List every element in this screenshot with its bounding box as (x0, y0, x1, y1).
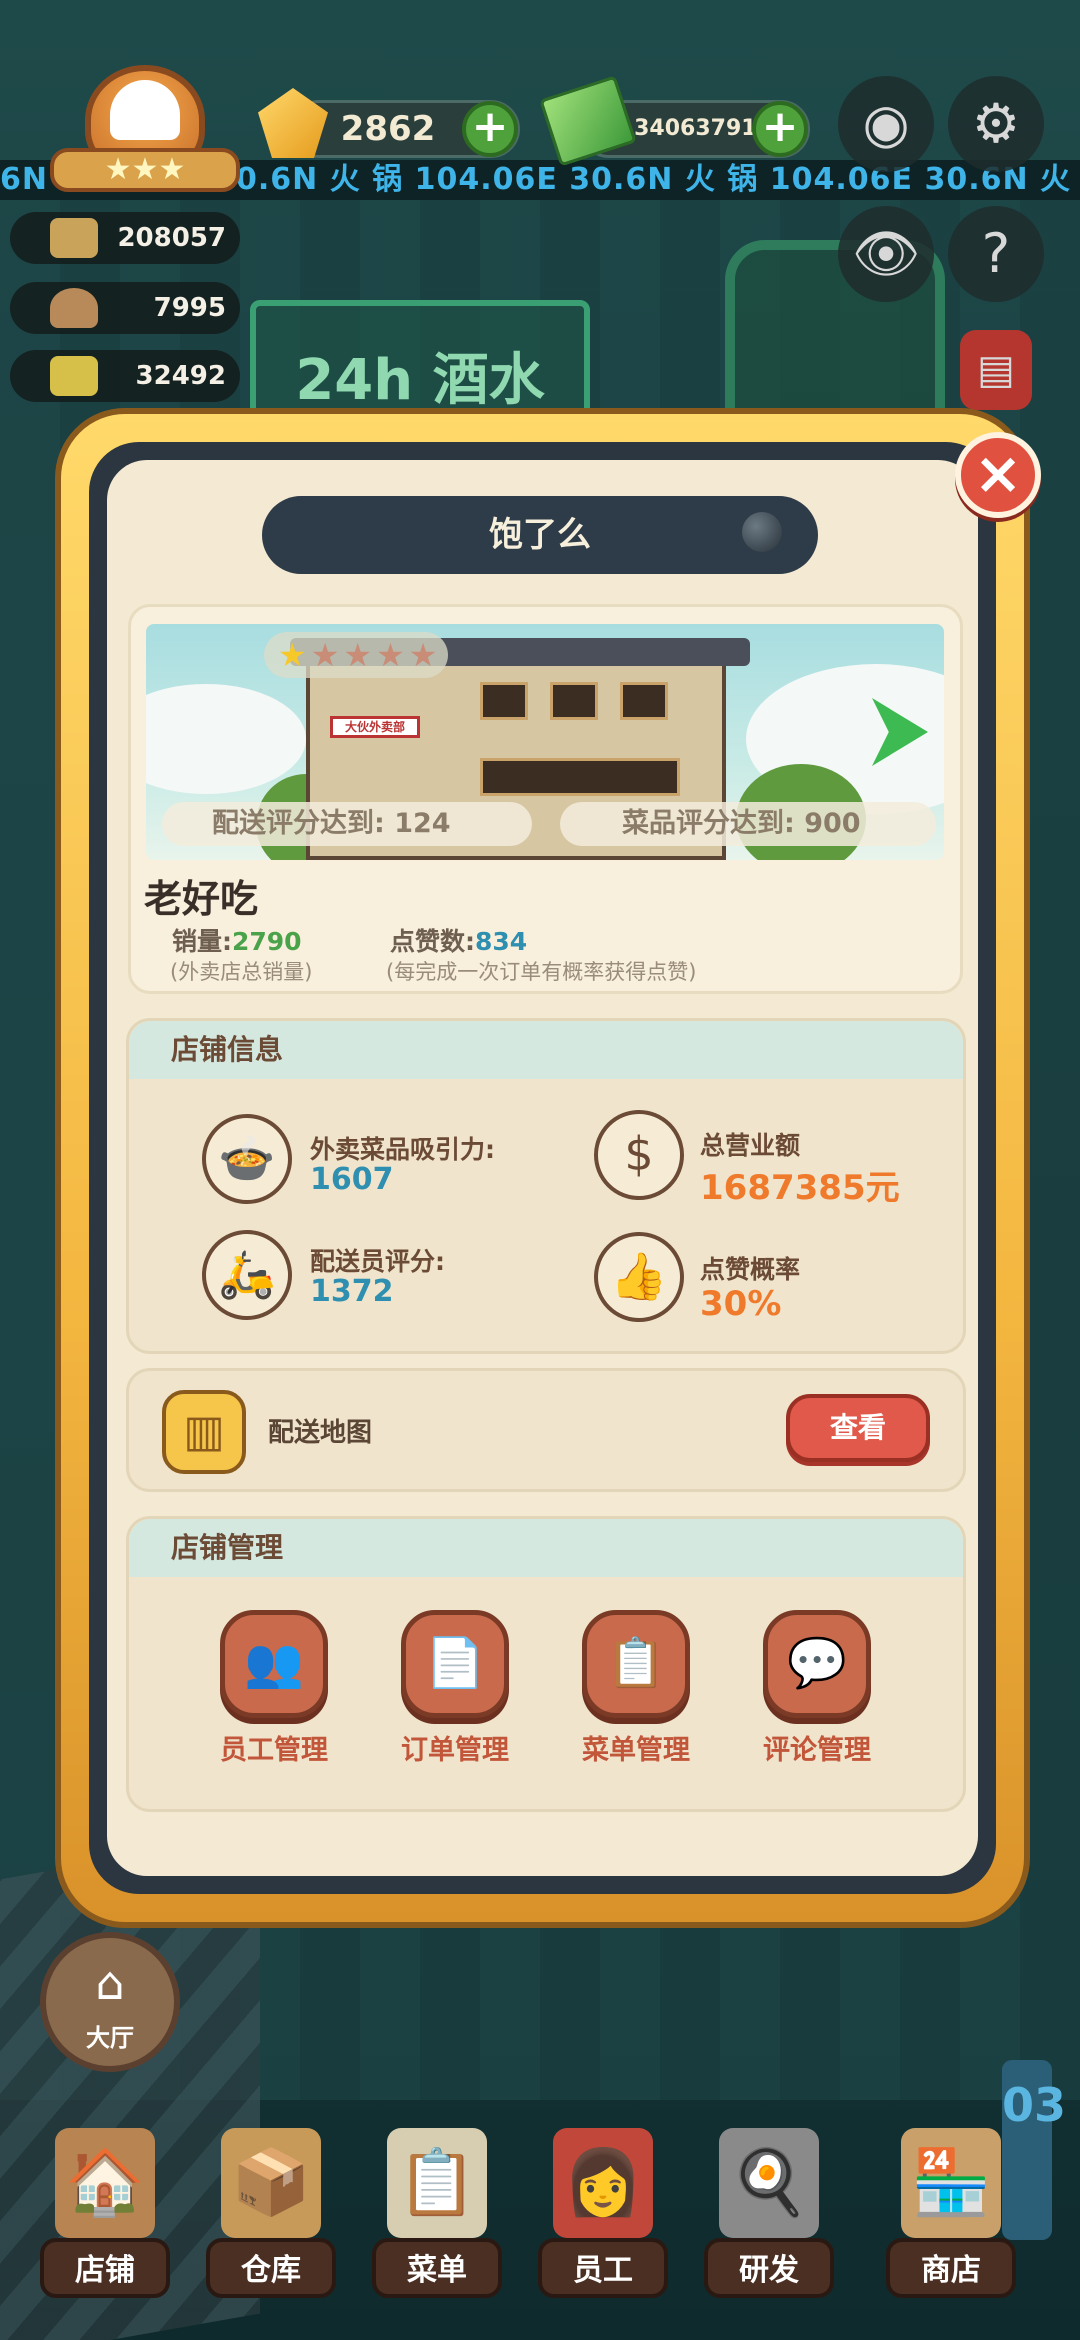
nav-menu-label: 菜单 (372, 2238, 502, 2298)
order-management-button[interactable]: 📄 (401, 1610, 509, 1718)
sales-stat: 销量:2790 (172, 922, 302, 958)
star-filled-icon: ★ (278, 636, 311, 674)
like-rate-value: 30% (700, 1284, 782, 1324)
hall-button[interactable]: ⌂ 大厅 (40, 1932, 180, 2072)
delivery-rider-icon: 🛵 (202, 1230, 292, 1320)
nav-staff-label: 员工 (538, 2238, 668, 2298)
likes-value: 834 (475, 927, 528, 956)
help-book-icon[interactable]: ? (948, 206, 1044, 302)
recipe-book-icon (50, 356, 98, 396)
money-bag-icon: $ (594, 1110, 684, 1200)
eye-icon[interactable]: 👁 (838, 206, 934, 302)
nav-warehouse[interactable]: 📦 仓库 (196, 2128, 346, 2318)
menu-icon: 📋 (606, 1635, 666, 1691)
rider-score-value: 1372 (310, 1274, 394, 1309)
staff-management-button[interactable]: 👥 (220, 1610, 328, 1718)
nav-menu[interactable]: 📋 菜单 (362, 2128, 512, 2318)
sales-hint: (外卖店总销量) (170, 960, 313, 984)
order-icon: 📄 (425, 1635, 485, 1691)
like-rate-label: 点赞概率 (700, 1255, 801, 1284)
red-book-icon[interactable]: ▤ (960, 330, 1032, 410)
rider-score-label: 配送员评分: (310, 1247, 445, 1276)
close-button[interactable]: × (955, 432, 1041, 518)
revenue-value: 1687385元 (700, 1168, 900, 1208)
building-sign: 大伙外卖部 (330, 716, 420, 738)
nav-research[interactable]: 🍳 研发 (694, 2128, 844, 2318)
comment-management-label[interactable]: 评论管理 (747, 1728, 887, 1767)
staff-icon: 👥 (244, 1635, 304, 1691)
shop-star-rating: ★★★★★ (264, 632, 448, 678)
menu-management-button[interactable]: 📋 (582, 1610, 690, 1718)
comment-management-button[interactable]: 💬 (763, 1610, 871, 1718)
badge-stars-icon: ★★★ (50, 148, 240, 192)
sales-value: 2790 (232, 927, 302, 956)
title-dot-icon (742, 512, 782, 552)
shop-icon: 🏠 (55, 2128, 155, 2238)
dish-count: 7995 (153, 293, 226, 323)
shop-info-heading: 店铺信息 (129, 1021, 963, 1079)
pot-icon (50, 218, 98, 258)
revenue-label: 总营业额 (700, 1131, 801, 1160)
staff-management-label[interactable]: 员工管理 (204, 1728, 344, 1767)
delivery-map-label: 配送地图 (268, 1418, 373, 1448)
camera-icon[interactable]: ◉ (838, 76, 934, 172)
map-icon: ▥ (162, 1390, 246, 1474)
likes-label: 点赞数: (390, 927, 475, 956)
star-empty-icon: ★★★★ (310, 636, 442, 674)
nav-research-label: 研发 (704, 2238, 834, 2298)
dish-cover-icon (50, 288, 98, 328)
store-icon: 🏪 (901, 2128, 1001, 2238)
order-management-label[interactable]: 订单管理 (385, 1728, 525, 1767)
nav-store[interactable]: 🏪 商店 (876, 2128, 1026, 2318)
shop-name: 老好吃 (144, 877, 259, 921)
nav-warehouse-label: 仓库 (206, 2238, 336, 2298)
left-stat-dish: 7995 (10, 282, 240, 334)
delivery-score-requirement: 配送评分达到: 124 (162, 802, 532, 846)
nav-store-label: 商店 (886, 2238, 1016, 2298)
modal-title: 饱了么 (262, 496, 818, 574)
nav-shop-label: 店铺 (40, 2238, 170, 2298)
add-gems-button[interactable]: + (462, 101, 518, 157)
nav-staff[interactable]: 👩 员工 (528, 2128, 678, 2318)
shop-management-heading: 店铺管理 (129, 1519, 963, 1577)
dish-score-requirement: 菜品评分达到: 900 (560, 802, 936, 846)
thumbs-up-icon: 👍 (594, 1232, 684, 1322)
add-cash-button[interactable]: + (752, 101, 808, 157)
wok-icon: 🍳 (719, 2128, 819, 2238)
gear-icon[interactable]: ⚙ (948, 76, 1044, 172)
pot-count: 208057 (117, 223, 226, 253)
book-count: 32492 (135, 361, 226, 391)
hall-icon: ⌂ (95, 1956, 125, 2010)
left-stat-book: 32492 (10, 350, 240, 402)
staff-character-icon: 👩 (553, 2128, 653, 2238)
neon-sign: 24h 酒水 (250, 300, 590, 420)
sales-label: 销量: (172, 927, 232, 956)
view-map-button[interactable]: 查看 (786, 1394, 930, 1462)
menu-management-label[interactable]: 菜单管理 (566, 1728, 706, 1767)
warehouse-box-icon: 📦 (221, 2128, 321, 2238)
menu-clipboard-icon: 📋 (387, 2128, 487, 2238)
comment-icon: 💬 (787, 1635, 847, 1691)
likes-hint: (每完成一次订单有概率获得点赞) (386, 960, 697, 984)
dish-attraction-label: 外卖菜品吸引力: (310, 1135, 495, 1164)
left-stat-pot: 208057 (10, 212, 240, 264)
nav-shop[interactable]: 🏠 店铺 (30, 2128, 180, 2318)
chef-rank-badge[interactable]: ★★★ (50, 60, 240, 192)
gem-count: 2862 (340, 109, 436, 149)
likes-stat: 点赞数:834 (390, 922, 527, 958)
hall-label: 大厅 (86, 2024, 134, 2052)
dish-attraction-icon: 🍲 (202, 1114, 292, 1204)
dish-attraction-value: 1607 (310, 1162, 394, 1197)
